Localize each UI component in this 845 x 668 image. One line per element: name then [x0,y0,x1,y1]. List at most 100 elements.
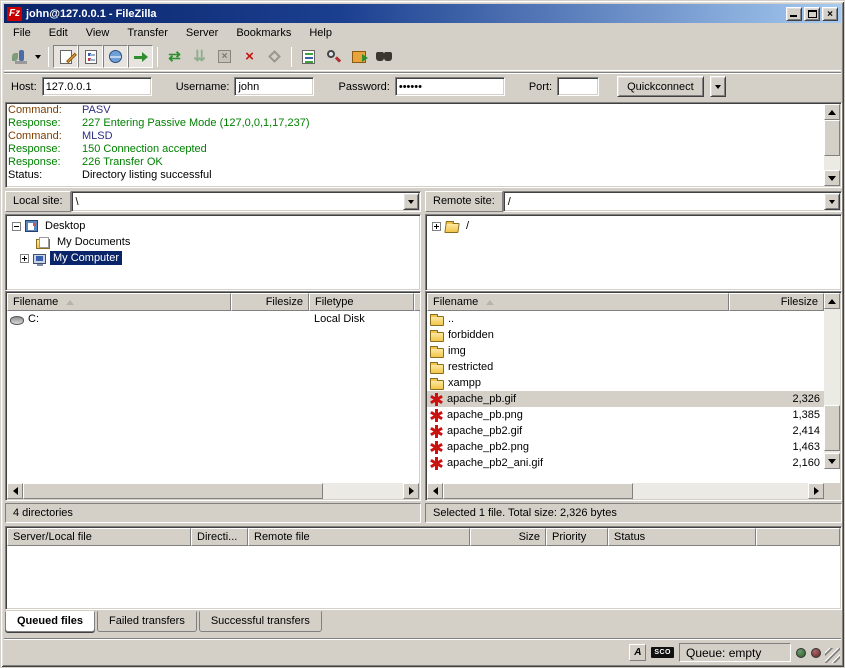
quickconnect-button[interactable]: Quickconnect [617,76,704,97]
folder-icon [430,348,444,358]
file-row-selected[interactable]: apache_pb.gif 2,326 [427,391,825,407]
collapse-icon[interactable] [12,222,21,231]
log-scrollbar[interactable] [824,104,840,186]
site-manager-button[interactable] [6,45,31,68]
scroll-right-button[interactable] [808,483,824,499]
cancel-button[interactable]: × [212,45,237,68]
file-row[interactable]: restricted [427,359,825,375]
file-row[interactable]: img [427,343,825,359]
resize-grip[interactable] [825,648,840,663]
message-log-lines: Command:PASV Response:227 Entering Passi… [8,104,823,186]
menu-bar: File Edit View Transfer Server Bookmarks… [4,24,841,42]
minimize-button[interactable] [786,7,802,21]
menu-bookmarks[interactable]: Bookmarks [227,25,300,41]
tree-item-desktop[interactable]: Desktop [12,218,420,234]
column-header-filename[interactable]: Filename [7,293,231,311]
file-row[interactable]: apache_pb2.png 1,463 [427,439,825,455]
queue-column-size[interactable]: Size [470,528,546,546]
host-input[interactable] [42,77,152,96]
arrow-up-icon [828,299,836,304]
file-row[interactable]: apache_pb.png 1,385 [427,407,825,423]
quickconnect-dropdown[interactable] [710,76,726,97]
maximize-button[interactable] [804,7,820,21]
column-header-filetype[interactable]: Filetype [309,293,414,311]
menu-transfer[interactable]: Transfer [118,25,177,41]
toggle-local-treeview-button[interactable] [78,45,103,68]
reconnect-icon [268,50,281,63]
menu-edit[interactable]: Edit [40,25,77,41]
username-input[interactable] [234,77,314,96]
queue-column-status[interactable]: Status [608,528,756,546]
remote-list-vscrollbar[interactable] [824,293,840,469]
file-row-c-drive[interactable]: C: Local Disk [7,311,421,327]
tree-item-my-documents[interactable]: My Documents [12,234,420,250]
menu-file[interactable]: File [4,25,40,41]
drive-icon [10,316,24,325]
column-header-filesize[interactable]: Filesize [729,293,824,311]
file-row[interactable]: .. [427,311,825,327]
scroll-thumb[interactable] [824,120,840,156]
tab-queued-files[interactable]: Queued files [5,611,95,632]
file-row[interactable]: apache_pb2_ani.gif 2,160 [427,455,825,471]
chevron-down-icon [35,55,41,59]
directory-comparison-button[interactable] [346,45,371,68]
find-button[interactable] [371,45,396,68]
toggle-message-log-button[interactable] [53,45,78,68]
column-header-filename[interactable]: Filename [427,293,729,311]
reconnect-button[interactable] [262,45,287,68]
remote-file-list: Filename Filesize .. forbidden img restr… [425,291,842,501]
file-row[interactable]: forbidden [427,327,825,343]
title-bar[interactable]: Fz john@127.0.0.1 - FileZilla × [4,4,841,23]
port-input[interactable] [557,77,599,96]
menu-view[interactable]: View [77,25,119,41]
tree-item-root[interactable]: / [432,218,841,234]
tree-item-my-computer[interactable]: My Computer [12,250,420,266]
site-manager-dropdown[interactable] [31,45,44,68]
toggle-remote-treeview-button[interactable] [103,45,128,68]
file-row[interactable]: xampp [427,375,825,391]
local-list-hscrollbar[interactable] [7,483,419,499]
menu-server[interactable]: Server [177,25,227,41]
scroll-down-button[interactable] [824,170,840,186]
tab-successful-transfers[interactable]: Successful transfers [199,611,322,632]
queue-column-remote-file[interactable]: Remote file [248,528,470,546]
scroll-left-button[interactable] [427,483,443,499]
port-label: Port: [529,81,552,93]
my-computer-icon [33,254,46,264]
log-line: Command:PASV [8,104,823,117]
scroll-thumb[interactable] [824,405,840,451]
menu-help[interactable]: Help [300,25,341,41]
refresh-button[interactable]: ⇄ [162,45,187,68]
scroll-thumb[interactable] [443,483,633,499]
filter-button[interactable] [296,45,321,68]
search-button[interactable] [321,45,346,68]
file-row[interactable]: apache_pb2.gif 2,414 [427,423,825,439]
scroll-left-button[interactable] [7,483,23,499]
local-site-dropdown[interactable] [403,193,419,210]
scroll-up-button[interactable] [824,104,840,120]
column-header-last-modified[interactable]: L [414,293,421,311]
expand-icon[interactable] [432,222,441,231]
transfer-type-indicator[interactable]: A [629,644,646,661]
queue-column-priority[interactable]: Priority [546,528,608,546]
scroll-thumb[interactable] [23,483,323,499]
remote-site-dropdown[interactable] [824,193,840,210]
queue-column-direction[interactable]: Directi... [191,528,248,546]
scroll-down-button[interactable] [824,453,840,469]
close-button[interactable]: × [822,7,838,21]
tab-failed-transfers[interactable]: Failed transfers [97,611,197,632]
toggle-queue-button[interactable] [128,45,153,68]
process-queue-button[interactable]: ⇊ [187,45,212,68]
password-label: Password: [338,81,389,93]
password-input[interactable] [395,77,505,96]
column-header-filesize[interactable]: Filesize [231,293,309,311]
local-site-combo[interactable]: \ [71,191,421,212]
expand-icon[interactable] [20,254,29,263]
disconnect-button[interactable]: × [237,45,262,68]
filter-icon [302,50,315,64]
scroll-up-button[interactable] [824,293,840,309]
scroll-right-button[interactable] [403,483,419,499]
queue-column-server-local-file[interactable]: Server/Local file [7,528,191,546]
remote-list-hscrollbar[interactable] [427,483,824,499]
remote-site-combo[interactable]: / [503,191,842,212]
